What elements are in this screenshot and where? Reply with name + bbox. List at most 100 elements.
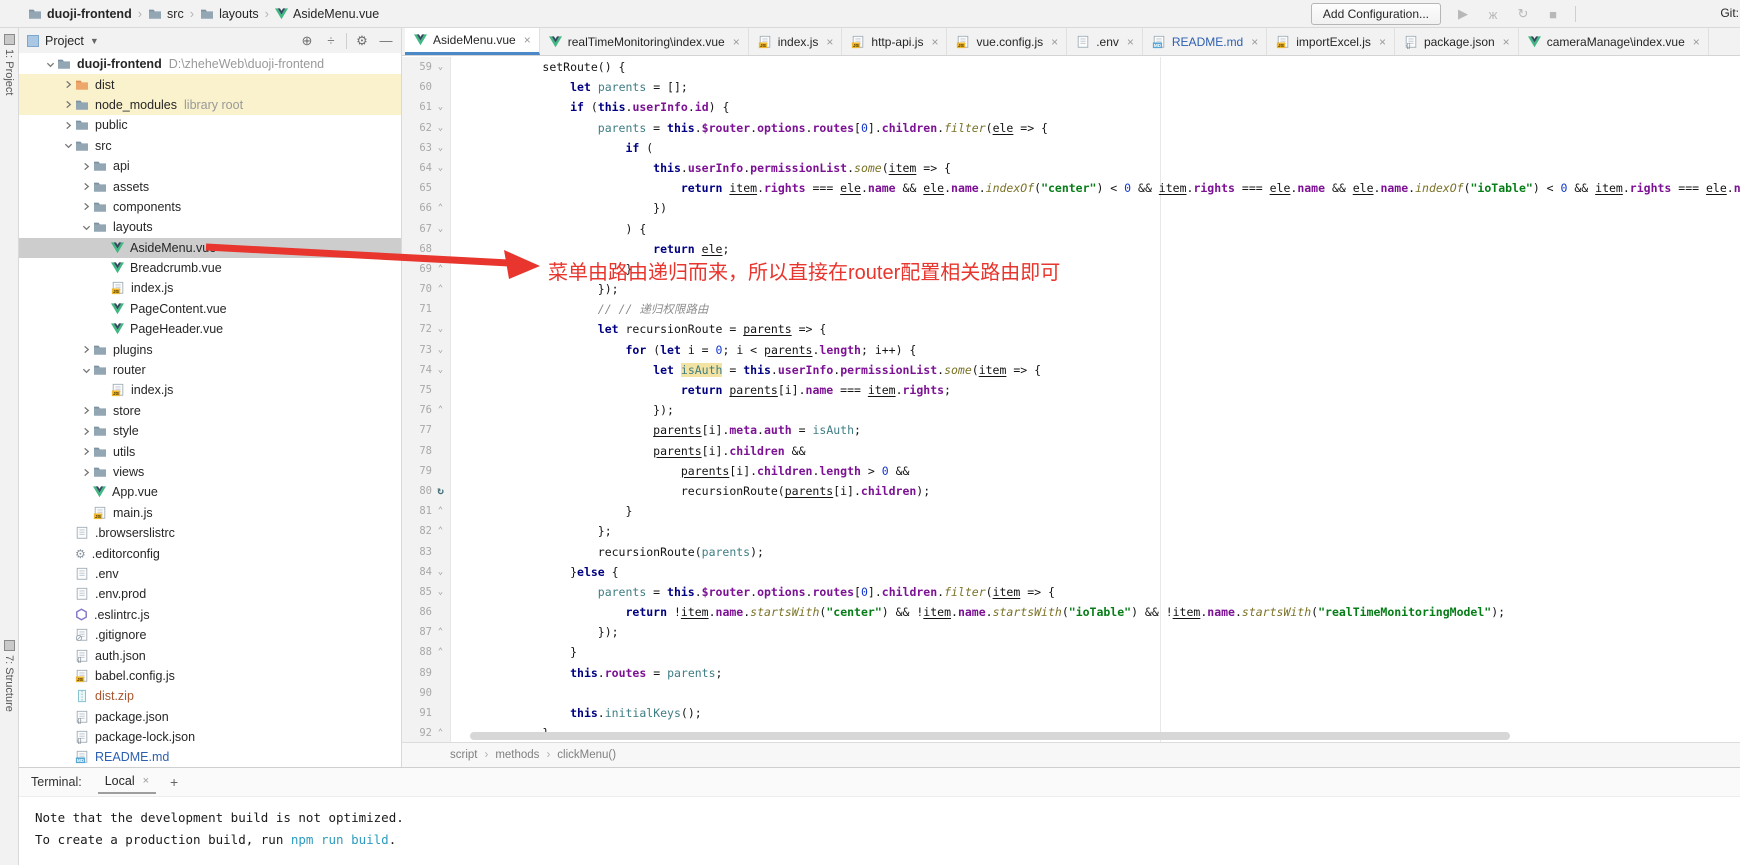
tool-window-button-structure[interactable]: 7: Structure [0, 640, 18, 712]
fold-close-icon[interactable]: ⌃ [435, 198, 446, 218]
tree-item-store[interactable]: store [19, 401, 401, 421]
code-line-76[interactable]: 76⌃ }); [402, 400, 1740, 420]
tree-item-api[interactable]: api [19, 156, 401, 176]
tab-cameraManage-index.vue[interactable]: cameraManage\index.vue× [1519, 28, 1709, 55]
tree-item-.browserslistrc[interactable]: .browserslistrc [19, 523, 401, 543]
breadcrumb-methods[interactable]: methods [495, 749, 539, 761]
code-line-64[interactable]: 64⌄ this.userInfo.permissionList.some(it… [402, 158, 1740, 178]
code-line-74[interactable]: 74⌄ let isAuth = this.userInfo.permissio… [402, 360, 1740, 380]
tab-README.md[interactable]: MDREADME.md× [1143, 28, 1267, 55]
code-line-72[interactable]: 72⌄ let recursionRoute = parents => { [402, 319, 1740, 339]
code-line-85[interactable]: 85⌄ parents = this.$router.options.route… [402, 582, 1740, 602]
fold-open-icon[interactable]: ⌄ [435, 118, 446, 138]
code-line-66[interactable]: 66⌃ }) [402, 198, 1740, 218]
chevron-down-icon[interactable] [79, 223, 93, 232]
code-line-82[interactable]: 82⌃ }; [402, 521, 1740, 541]
tree-item-duoji-frontend[interactable]: duoji-frontendD:\zheheWeb\duoji-frontend [19, 54, 401, 74]
chevron-down-icon[interactable] [43, 60, 57, 69]
tree-item-index.js[interactable]: JSindex.js [19, 278, 401, 298]
tree-item-AsideMenu.vue[interactable]: AsideMenu.vue [19, 238, 401, 258]
code-line-65[interactable]: 65 return item.rights === ele.name && el… [402, 178, 1740, 198]
tree-item-index.js[interactable]: JSindex.js [19, 380, 401, 400]
close-icon[interactable]: × [733, 35, 740, 49]
close-icon[interactable]: × [1693, 35, 1700, 49]
chevron-right-icon[interactable] [61, 121, 75, 130]
fold-open-icon[interactable]: ⌄ [435, 360, 446, 380]
code-line-71[interactable]: 71 // // 递归权限路由 [402, 299, 1740, 319]
chevron-right-icon[interactable] [61, 100, 75, 109]
code-line-81[interactable]: 81⌃ } [402, 501, 1740, 521]
tree-item-plugins[interactable]: plugins [19, 339, 401, 359]
chevron-right-icon[interactable] [79, 447, 93, 456]
tree-item-Breadcrumb.vue[interactable]: Breadcrumb.vue [19, 258, 401, 278]
chevron-down-icon[interactable] [61, 141, 75, 150]
tab-package.json[interactable]: {​}package.json× [1395, 28, 1519, 55]
tree-item-assets[interactable]: assets [19, 176, 401, 196]
tree-item-dist[interactable]: dist [19, 74, 401, 94]
fold-close-icon[interactable]: ⌃ [435, 723, 446, 743]
tree-item-utils[interactable]: utils [19, 441, 401, 461]
close-icon[interactable]: × [1503, 35, 1510, 49]
breadcrumb-item[interactable]: src [148, 7, 184, 21]
code-line-59[interactable]: 59⌄ setRoute() { [402, 57, 1740, 77]
code-line-91[interactable]: 91 this.initialKeys(); [402, 703, 1740, 723]
fold-close-icon[interactable]: ⌃ [435, 400, 446, 420]
tree-item-babel.config.js[interactable]: JSbabel.config.js [19, 666, 401, 686]
locate-file-icon[interactable]: ⊕ [298, 33, 316, 49]
chevron-right-icon[interactable] [79, 345, 93, 354]
chevron-right-icon[interactable] [79, 182, 93, 191]
code-line-67[interactable]: 67⌄ ) { [402, 219, 1740, 239]
tool-window-button-project[interactable]: 1: Project [0, 34, 18, 95]
fold-open-icon[interactable]: ⌄ [435, 582, 446, 602]
fold-close-icon[interactable]: ⌃ [435, 259, 446, 279]
terminal-output[interactable]: Note that the development build is not o… [19, 797, 1740, 850]
code-line-61[interactable]: 61⌄ if (this.userInfo.id) { [402, 97, 1740, 117]
fold-close-icon[interactable]: ⌃ [435, 279, 446, 299]
code-editor[interactable]: 59⌄ setRoute() {60 let parents = [];61⌄ … [402, 57, 1740, 743]
fold-open-icon[interactable]: ⌄ [435, 340, 446, 360]
breadcrumb-script[interactable]: script [450, 749, 477, 761]
tree-item-views[interactable]: views [19, 462, 401, 482]
chevron-right-icon[interactable] [79, 427, 93, 436]
chevron-right-icon[interactable] [61, 80, 75, 89]
chevron-right-icon[interactable] [79, 162, 93, 171]
fold-open-icon[interactable]: ⌄ [435, 219, 446, 239]
close-icon[interactable]: × [1251, 35, 1258, 49]
hide-panel-icon[interactable]: — [377, 33, 395, 48]
chevron-right-icon[interactable] [79, 406, 93, 415]
code-line-84[interactable]: 84⌄ }else { [402, 562, 1740, 582]
tree-item-main.js[interactable]: JSmain.js [19, 503, 401, 523]
fold-open-icon[interactable]: ⌄ [435, 57, 446, 77]
tree-item-README.md[interactable]: MDREADME.md [19, 747, 401, 767]
tree-item-auth.json[interactable]: {​}auth.json [19, 645, 401, 665]
add-configuration-button[interactable]: Add Configuration... [1311, 3, 1441, 25]
fold-open-icon[interactable]: ⌄ [435, 97, 446, 117]
code-line-88[interactable]: 88⌃ } [402, 642, 1740, 662]
close-icon[interactable]: × [143, 775, 149, 787]
code-line-62[interactable]: 62⌄ parents = this.$router.options.route… [402, 118, 1740, 138]
run-icon[interactable]: ▶ [1455, 6, 1471, 22]
tab-.env[interactable]: .env× [1067, 28, 1143, 55]
close-icon[interactable]: × [931, 35, 938, 49]
close-icon[interactable]: × [524, 33, 531, 47]
recursive-call-icon[interactable]: ↻ [435, 481, 446, 501]
code-line-87[interactable]: 87⌃ }); [402, 622, 1740, 642]
tab-http-api.js[interactable]: JShttp-api.js× [842, 28, 947, 55]
tree-item-package.json[interactable]: {​}package.json [19, 707, 401, 727]
tree-item-PageContent.vue[interactable]: PageContent.vue [19, 299, 401, 319]
chevron-down-icon[interactable] [79, 366, 93, 375]
tree-item-.env.prod[interactable]: .env.prod [19, 584, 401, 604]
code-line-63[interactable]: 63⌄ if ( [402, 138, 1740, 158]
tree-item-router[interactable]: router [19, 360, 401, 380]
chevron-right-icon[interactable] [79, 202, 93, 211]
tab-importExcel.js[interactable]: JSimportExcel.js× [1267, 28, 1395, 55]
tree-item-PageHeader.vue[interactable]: PageHeader.vue [19, 319, 401, 339]
fold-open-icon[interactable]: ⌄ [435, 562, 446, 582]
code-line-90[interactable]: 90 [402, 683, 1740, 703]
tree-item-.gitignore[interactable]: .gitignore [19, 625, 401, 645]
chevron-right-icon[interactable] [79, 468, 93, 477]
horizontal-scrollbar[interactable] [470, 732, 1510, 740]
code-line-73[interactable]: 73⌄ for (let i = 0; i < parents.length; … [402, 340, 1740, 360]
code-line-77[interactable]: 77 parents[i].meta.auth = isAuth; [402, 420, 1740, 440]
tree-item-.editorconfig[interactable]: ⚙.editorconfig [19, 543, 401, 563]
